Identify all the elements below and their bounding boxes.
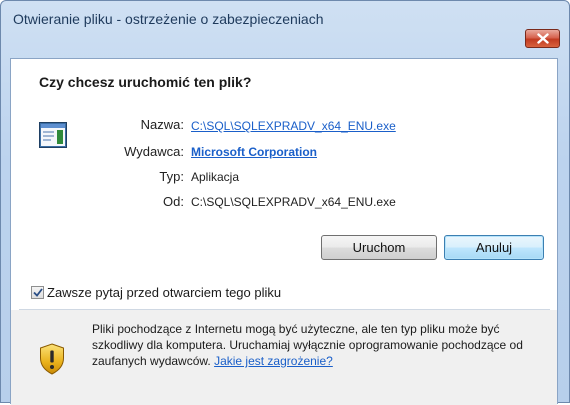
run-button[interactable]: Uruchom	[321, 235, 437, 260]
always-ask-option[interactable]: Zawsze pytaj przed otwarciem tego pliku	[31, 285, 281, 300]
always-ask-checkbox[interactable]	[31, 286, 44, 299]
checkmark-icon	[32, 288, 43, 297]
from-label: Od:	[163, 194, 184, 209]
warning-text: Pliki pochodzące z Internetu mogą być uż…	[92, 321, 532, 369]
warning-panel: Pliki pochodzące z Internetu mogą być uż…	[11, 310, 557, 405]
type-value: Aplikacja	[191, 170, 240, 184]
always-ask-label: Zawsze pytaj przed otwarciem tego pliku	[47, 285, 282, 300]
window-title: Otwieranie pliku - ostrzeżenie o zabezpi…	[13, 11, 324, 27]
cancel-button[interactable]: Anuluj	[444, 235, 544, 260]
risk-info-link[interactable]: Jakie jest zagrożenie?	[214, 354, 333, 368]
dialog-content: Czy chcesz uruchomić ten plik? Nazwa: C:…	[10, 58, 558, 405]
security-shield-icon	[40, 343, 64, 375]
close-icon	[536, 33, 549, 44]
type-label: Typ:	[159, 169, 184, 184]
publisher-link[interactable]: Microsoft Corporation	[191, 145, 317, 159]
title-bar[interactable]: Otwieranie pliku - ostrzeżenie o zabezpi…	[1, 1, 569, 37]
publisher-label: Wydawca:	[124, 144, 184, 159]
name-label: Nazwa:	[140, 117, 184, 132]
close-button[interactable]	[525, 29, 560, 48]
application-icon	[39, 122, 67, 148]
dialog-question: Czy chcesz uruchomić ten plik?	[39, 74, 252, 90]
from-value: C:\SQL\SQLEXPRADV_x64_ENU.exe	[191, 195, 396, 209]
security-warning-dialog: Otwieranie pliku - ostrzeżenie o zabezpi…	[0, 0, 570, 405]
file-name-link[interactable]: C:\SQL\SQLEXPRADV_x64_ENU.exe	[191, 119, 396, 133]
